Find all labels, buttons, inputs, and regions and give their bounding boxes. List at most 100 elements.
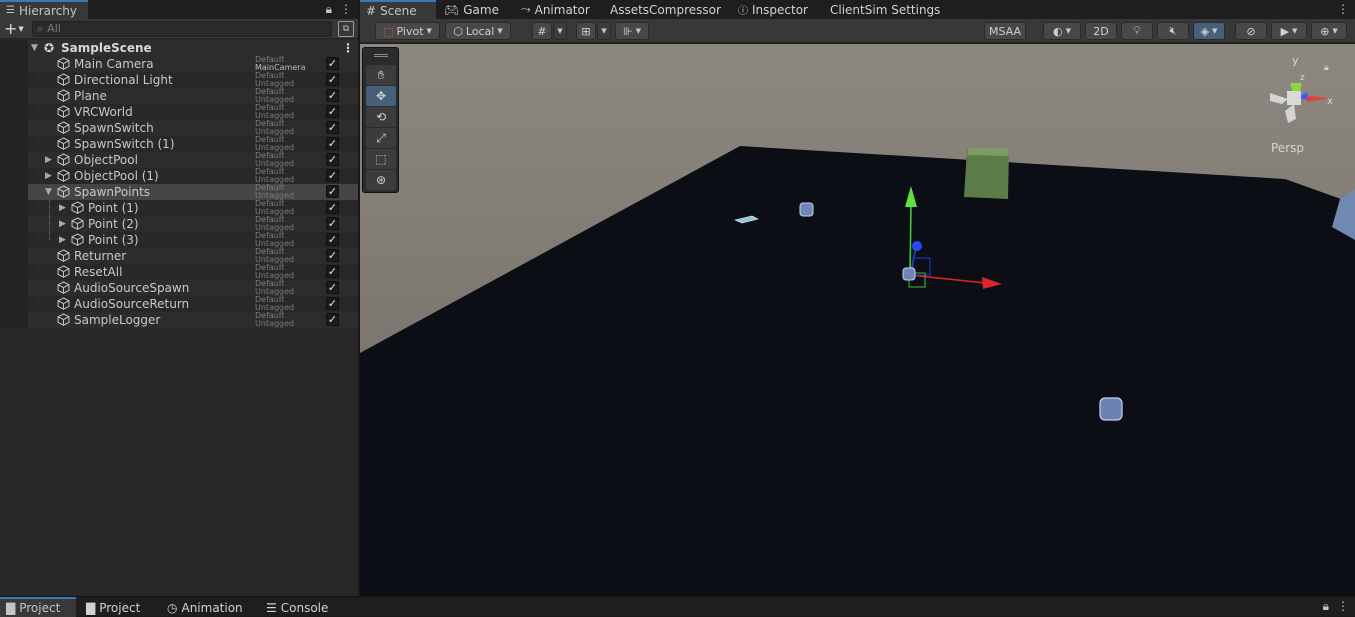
palette-drag-handle[interactable] — [374, 54, 388, 57]
tab-hierarchy[interactable]: ☰ Hierarchy — [0, 0, 88, 19]
hierarchy-row[interactable]: ⋮ Main Camera Default MainCamera ✓ — [0, 56, 358, 72]
active-checkbox[interactable]: ✓ — [326, 105, 339, 118]
scene-row[interactable]: ▼ ✪ SampleScene ⋮ — [0, 40, 358, 56]
active-checkbox[interactable]: ✓ — [326, 57, 339, 70]
tab-console[interactable]: ☰ Console — [260, 599, 336, 617]
visibility-handle-icon[interactable]: ⋮ — [34, 266, 42, 275]
lock-icon[interactable]: 🔒︎ — [1323, 599, 1329, 614]
scene-menu-icon[interactable]: ⋮ — [342, 41, 354, 55]
hierarchy-row[interactable]: ⋮ Returner Default Untagged ✓ — [0, 248, 358, 264]
visibility-handle-icon[interactable]: ⋮ — [34, 58, 42, 67]
hierarchy-row[interactable]: ⋮ VRCWorld Default Untagged ✓ — [0, 104, 358, 120]
tab-game[interactable]: 🎮︎ Game — [438, 0, 507, 19]
active-checkbox[interactable]: ✓ — [326, 89, 339, 102]
hierarchy-row[interactable]: ⋮ AudioSourceSpawn Default Untagged ✓ — [0, 280, 358, 296]
create-button[interactable]: + ▼ — [4, 19, 26, 38]
hierarchy-row[interactable]: ⋮ ResetAll Default Untagged ✓ — [0, 264, 358, 280]
hierarchy-row[interactable]: ⋮ SpawnSwitch Default Untagged ✓ — [0, 120, 358, 136]
visibility-handle-icon[interactable]: ⋮ — [34, 90, 42, 99]
visibility-handle-icon[interactable]: ⋮ — [34, 298, 42, 307]
scene-render[interactable]: y z x Persp 🔒︎ — [360, 44, 1355, 596]
pivot-dropdown[interactable]: ⬚ Pivot ▼ — [375, 22, 440, 40]
draw-mode-dropdown[interactable]: ◐ ▼ — [1043, 22, 1081, 40]
active-checkbox[interactable]: ✓ — [326, 297, 339, 310]
active-checkbox[interactable]: ✓ — [326, 313, 339, 326]
scale-tool[interactable]: ⤢ — [366, 128, 396, 148]
transform-tool[interactable]: ⊛ — [366, 170, 396, 190]
gizmo-lock-icon[interactable]: 🔒︎ — [1324, 63, 1329, 73]
expand-arrow-icon[interactable]: ▶ — [45, 155, 52, 165]
active-checkbox[interactable]: ✓ — [326, 121, 339, 134]
local-dropdown[interactable]: ⬡ Local ▼ — [445, 22, 511, 40]
hierarchy-row[interactable]: ⋮ Plane Default Untagged ✓ — [0, 88, 358, 104]
grid-visibility-button[interactable]: ⊞ — [576, 22, 596, 40]
visibility-handle-icon[interactable]: ⋮ — [34, 186, 42, 195]
persp-label[interactable]: Persp — [1271, 141, 1304, 155]
hierarchy-row[interactable]: ⋮ ▶ ObjectPool Default Untagged ✓ — [0, 152, 358, 168]
green-cube-object[interactable] — [964, 148, 1009, 199]
hierarchy-row[interactable]: ⋮ ▶ Point (1) Default Untagged ✓ — [0, 200, 358, 216]
lighting-toggle[interactable]: 💡︎ — [1121, 22, 1153, 40]
tab-assets-compressor[interactable]: AssetsCompressor — [604, 0, 729, 19]
hierarchy-row[interactable]: ⋮ Directional Light Default Untagged ✓ — [0, 72, 358, 88]
hierarchy-row[interactable]: ⋮ SampleLogger Default Untagged ✓ — [0, 312, 358, 328]
visibility-handle-icon[interactable]: ⋮ — [34, 138, 42, 147]
more-menu-icon[interactable]: ⋮ — [1337, 599, 1349, 614]
tab-animation[interactable]: ◷ Animation — [161, 599, 251, 617]
expand-arrow-icon[interactable]: ▶ — [59, 235, 66, 245]
audio-toggle[interactable]: 🔇︎ — [1157, 22, 1189, 40]
active-checkbox[interactable]: ✓ — [326, 201, 339, 214]
tab-clientsim-settings[interactable]: ClientSim Settings — [824, 0, 948, 19]
effects-toggle[interactable]: ◈ ▼ — [1193, 22, 1225, 40]
tab-inspector[interactable]: ⓘ Inspector — [732, 0, 816, 19]
active-checkbox[interactable]: ✓ — [326, 249, 339, 262]
scene-search-icon[interactable]: ⧉ — [338, 20, 354, 37]
visibility-handle-icon[interactable]: ⋮ — [34, 202, 42, 211]
expand-arrow-icon[interactable]: ▶ — [45, 171, 52, 181]
hierarchy-row[interactable]: ⋮ SpawnSwitch (1) Default Untagged ✓ — [0, 136, 358, 152]
visibility-handle-icon[interactable]: ⋮ — [34, 74, 42, 83]
tab-project-1[interactable]: ▇ Project — [0, 597, 76, 617]
2d-toggle[interactable]: 2D — [1085, 22, 1117, 40]
hand-tool[interactable]: ✋︎ — [366, 65, 396, 85]
active-checkbox[interactable]: ✓ — [326, 185, 339, 198]
more-menu-icon[interactable]: ⋮ — [340, 2, 352, 17]
visibility-handle-icon[interactable]: ⋮ — [34, 154, 42, 163]
grid-visibility-dropdown[interactable]: ▼ — [597, 22, 611, 40]
active-checkbox[interactable]: ✓ — [326, 137, 339, 150]
spawn-point-marker-3[interactable] — [1099, 397, 1123, 421]
active-checkbox[interactable]: ✓ — [326, 169, 339, 182]
visibility-handle-icon[interactable]: ⋮ — [34, 234, 42, 243]
active-checkbox[interactable]: ✓ — [326, 217, 339, 230]
hierarchy-row[interactable]: ⋮ ▼ SpawnPoints Default Untagged ✓ — [0, 184, 358, 200]
tab-animator[interactable]: ⤳ Animator — [515, 0, 598, 19]
expand-arrow-icon[interactable]: ▶ — [59, 203, 66, 213]
hierarchy-row[interactable]: ⋮ AudioSourceReturn Default Untagged ✓ — [0, 296, 358, 312]
grid-snap-button[interactable]: # — [532, 22, 552, 40]
increment-snap-button[interactable]: ⊪ ▼ — [615, 22, 649, 40]
camera-dropdown[interactable]: ▶ ▼ — [1271, 22, 1307, 40]
rect-tool[interactable]: ⬚ — [366, 149, 396, 169]
visibility-handle-icon[interactable]: ⋮ — [34, 122, 42, 131]
active-checkbox[interactable]: ✓ — [326, 281, 339, 294]
rotate-tool[interactable]: ⟲ — [366, 107, 396, 127]
tab-scene[interactable]: # Scene — [360, 0, 436, 19]
spawn-point-marker-2[interactable] — [799, 202, 814, 217]
visibility-handle-icon[interactable]: ⋮ — [34, 218, 42, 227]
scene-viewport[interactable]: y z x Persp 🔒︎ ✋︎ ✥ ⟲ ⤢ ⬚ ⊛ — [360, 44, 1355, 596]
hierarchy-row[interactable]: ⋮ ▶ Point (2) Default Untagged ✓ — [0, 216, 358, 232]
active-checkbox[interactable]: ✓ — [326, 265, 339, 278]
tab-project-2[interactable]: ▇ Project — [80, 599, 148, 617]
visibility-handle-icon[interactable]: ⋮ — [34, 106, 42, 115]
move-tool[interactable]: ✥ — [366, 86, 396, 106]
visibility-handle-icon[interactable]: ⋮ — [34, 282, 42, 291]
visibility-handle-icon[interactable]: ⋮ — [34, 250, 42, 259]
visibility-handle-icon[interactable]: ⋮ — [34, 314, 42, 323]
expand-arrow-icon[interactable]: ▶ — [59, 219, 66, 229]
hierarchy-row[interactable]: ⋮ ▶ ObjectPool (1) Default Untagged ✓ — [0, 168, 358, 184]
search-input[interactable]: ⌕ All — [32, 20, 332, 37]
gizmos-dropdown[interactable]: ⊕ ▼ — [1311, 22, 1347, 40]
active-checkbox[interactable]: ✓ — [326, 73, 339, 86]
scene-visibility-toggle[interactable]: ⊘ — [1235, 22, 1267, 40]
active-checkbox[interactable]: ✓ — [326, 153, 339, 166]
